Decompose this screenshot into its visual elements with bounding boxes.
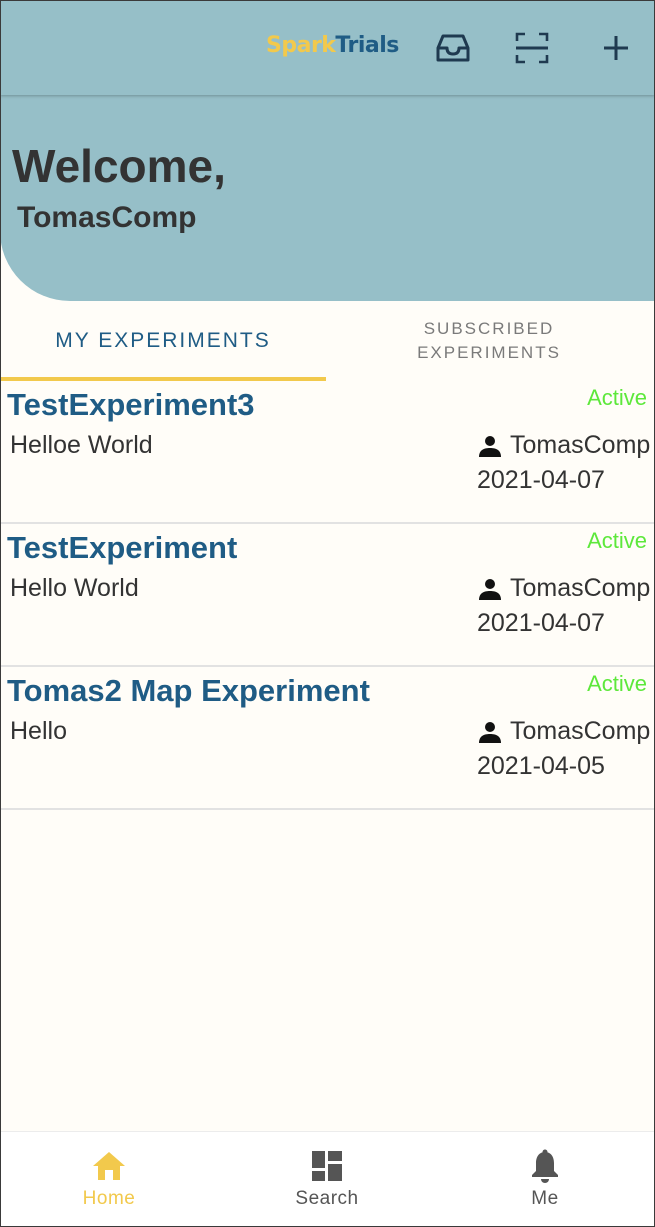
experiment-date: 2021-04-07 xyxy=(477,609,605,637)
experiment-title: Tomas2 Map Experiment xyxy=(7,673,370,708)
dashboard-icon xyxy=(311,1148,343,1184)
nav-search[interactable]: Search xyxy=(218,1132,436,1227)
nav-home[interactable]: Home xyxy=(0,1132,218,1227)
brand-trials: Trials xyxy=(335,33,399,58)
experiment-owner-name: TomasComp xyxy=(510,431,651,459)
tab-my-experiments[interactable]: MY EXPERIMENTS xyxy=(0,301,326,381)
experiment-row[interactable]: TestExperiment3 Helloe World Active Toma… xyxy=(0,381,655,524)
add-icon[interactable] xyxy=(596,28,636,68)
welcome-heading: Welcome, xyxy=(12,140,226,192)
tab-subscribed-label-line2: EXPERIMENTS xyxy=(417,343,561,362)
inbox-icon[interactable] xyxy=(433,28,473,68)
tab-subscribed-label: SUBSCRIBED EXPERIMENTS xyxy=(417,317,561,365)
experiment-owner: TomasComp xyxy=(478,574,655,603)
experiment-row[interactable]: TestExperiment Hello World Active TomasC… xyxy=(0,524,655,667)
qr-scan-icon[interactable] xyxy=(512,28,552,68)
experiment-owner: TomasComp xyxy=(478,717,655,746)
experiment-owner-name: TomasComp xyxy=(510,717,651,745)
nav-home-label: Home xyxy=(82,1188,136,1209)
app-bar: SparkTrials xyxy=(0,0,655,95)
tab-my-experiments-label: MY EXPERIMENTS xyxy=(55,329,271,352)
experiment-status: Active xyxy=(587,385,647,410)
experiment-date: 2021-04-07 xyxy=(477,466,605,494)
nav-me-label: Me xyxy=(531,1188,559,1209)
nav-search-label: Search xyxy=(295,1188,359,1209)
experiment-tabs: MY EXPERIMENTS SUBSCRIBED EXPERIMENTS xyxy=(0,301,655,381)
nav-me[interactable]: Me xyxy=(436,1132,654,1227)
experiment-status: Active xyxy=(587,528,647,553)
experiment-description: Hello xyxy=(10,717,67,745)
welcome-banner: Welcome, TomasComp xyxy=(0,95,655,301)
person-icon xyxy=(479,578,501,600)
brand-spark: Spark xyxy=(266,33,336,58)
experiment-owner: TomasComp xyxy=(478,431,655,460)
experiment-row[interactable]: Tomas2 Map Experiment Hello Active Tomas… xyxy=(0,667,655,810)
home-icon xyxy=(92,1148,126,1184)
experiment-description: Hello World xyxy=(10,574,139,602)
experiment-title: TestExperiment3 xyxy=(7,387,255,422)
bottom-navigation: Home Search Me xyxy=(0,1131,655,1227)
person-icon xyxy=(479,721,501,743)
experiment-list: TestExperiment3 Helloe World Active Toma… xyxy=(0,381,655,810)
bell-icon xyxy=(530,1148,560,1184)
tab-subscribed-experiments[interactable]: SUBSCRIBED EXPERIMENTS xyxy=(326,301,652,381)
experiment-owner-name: TomasComp xyxy=(510,574,651,602)
tab-subscribed-label-line1: SUBSCRIBED xyxy=(423,319,555,338)
experiment-title: TestExperiment xyxy=(7,530,238,565)
app-logo: SparkTrials xyxy=(266,33,399,58)
experiment-description: Helloe World xyxy=(10,431,153,459)
person-icon xyxy=(479,435,501,457)
experiment-status: Active xyxy=(587,671,647,696)
username-label: TomasComp xyxy=(17,201,197,234)
experiment-date: 2021-04-05 xyxy=(477,752,605,780)
